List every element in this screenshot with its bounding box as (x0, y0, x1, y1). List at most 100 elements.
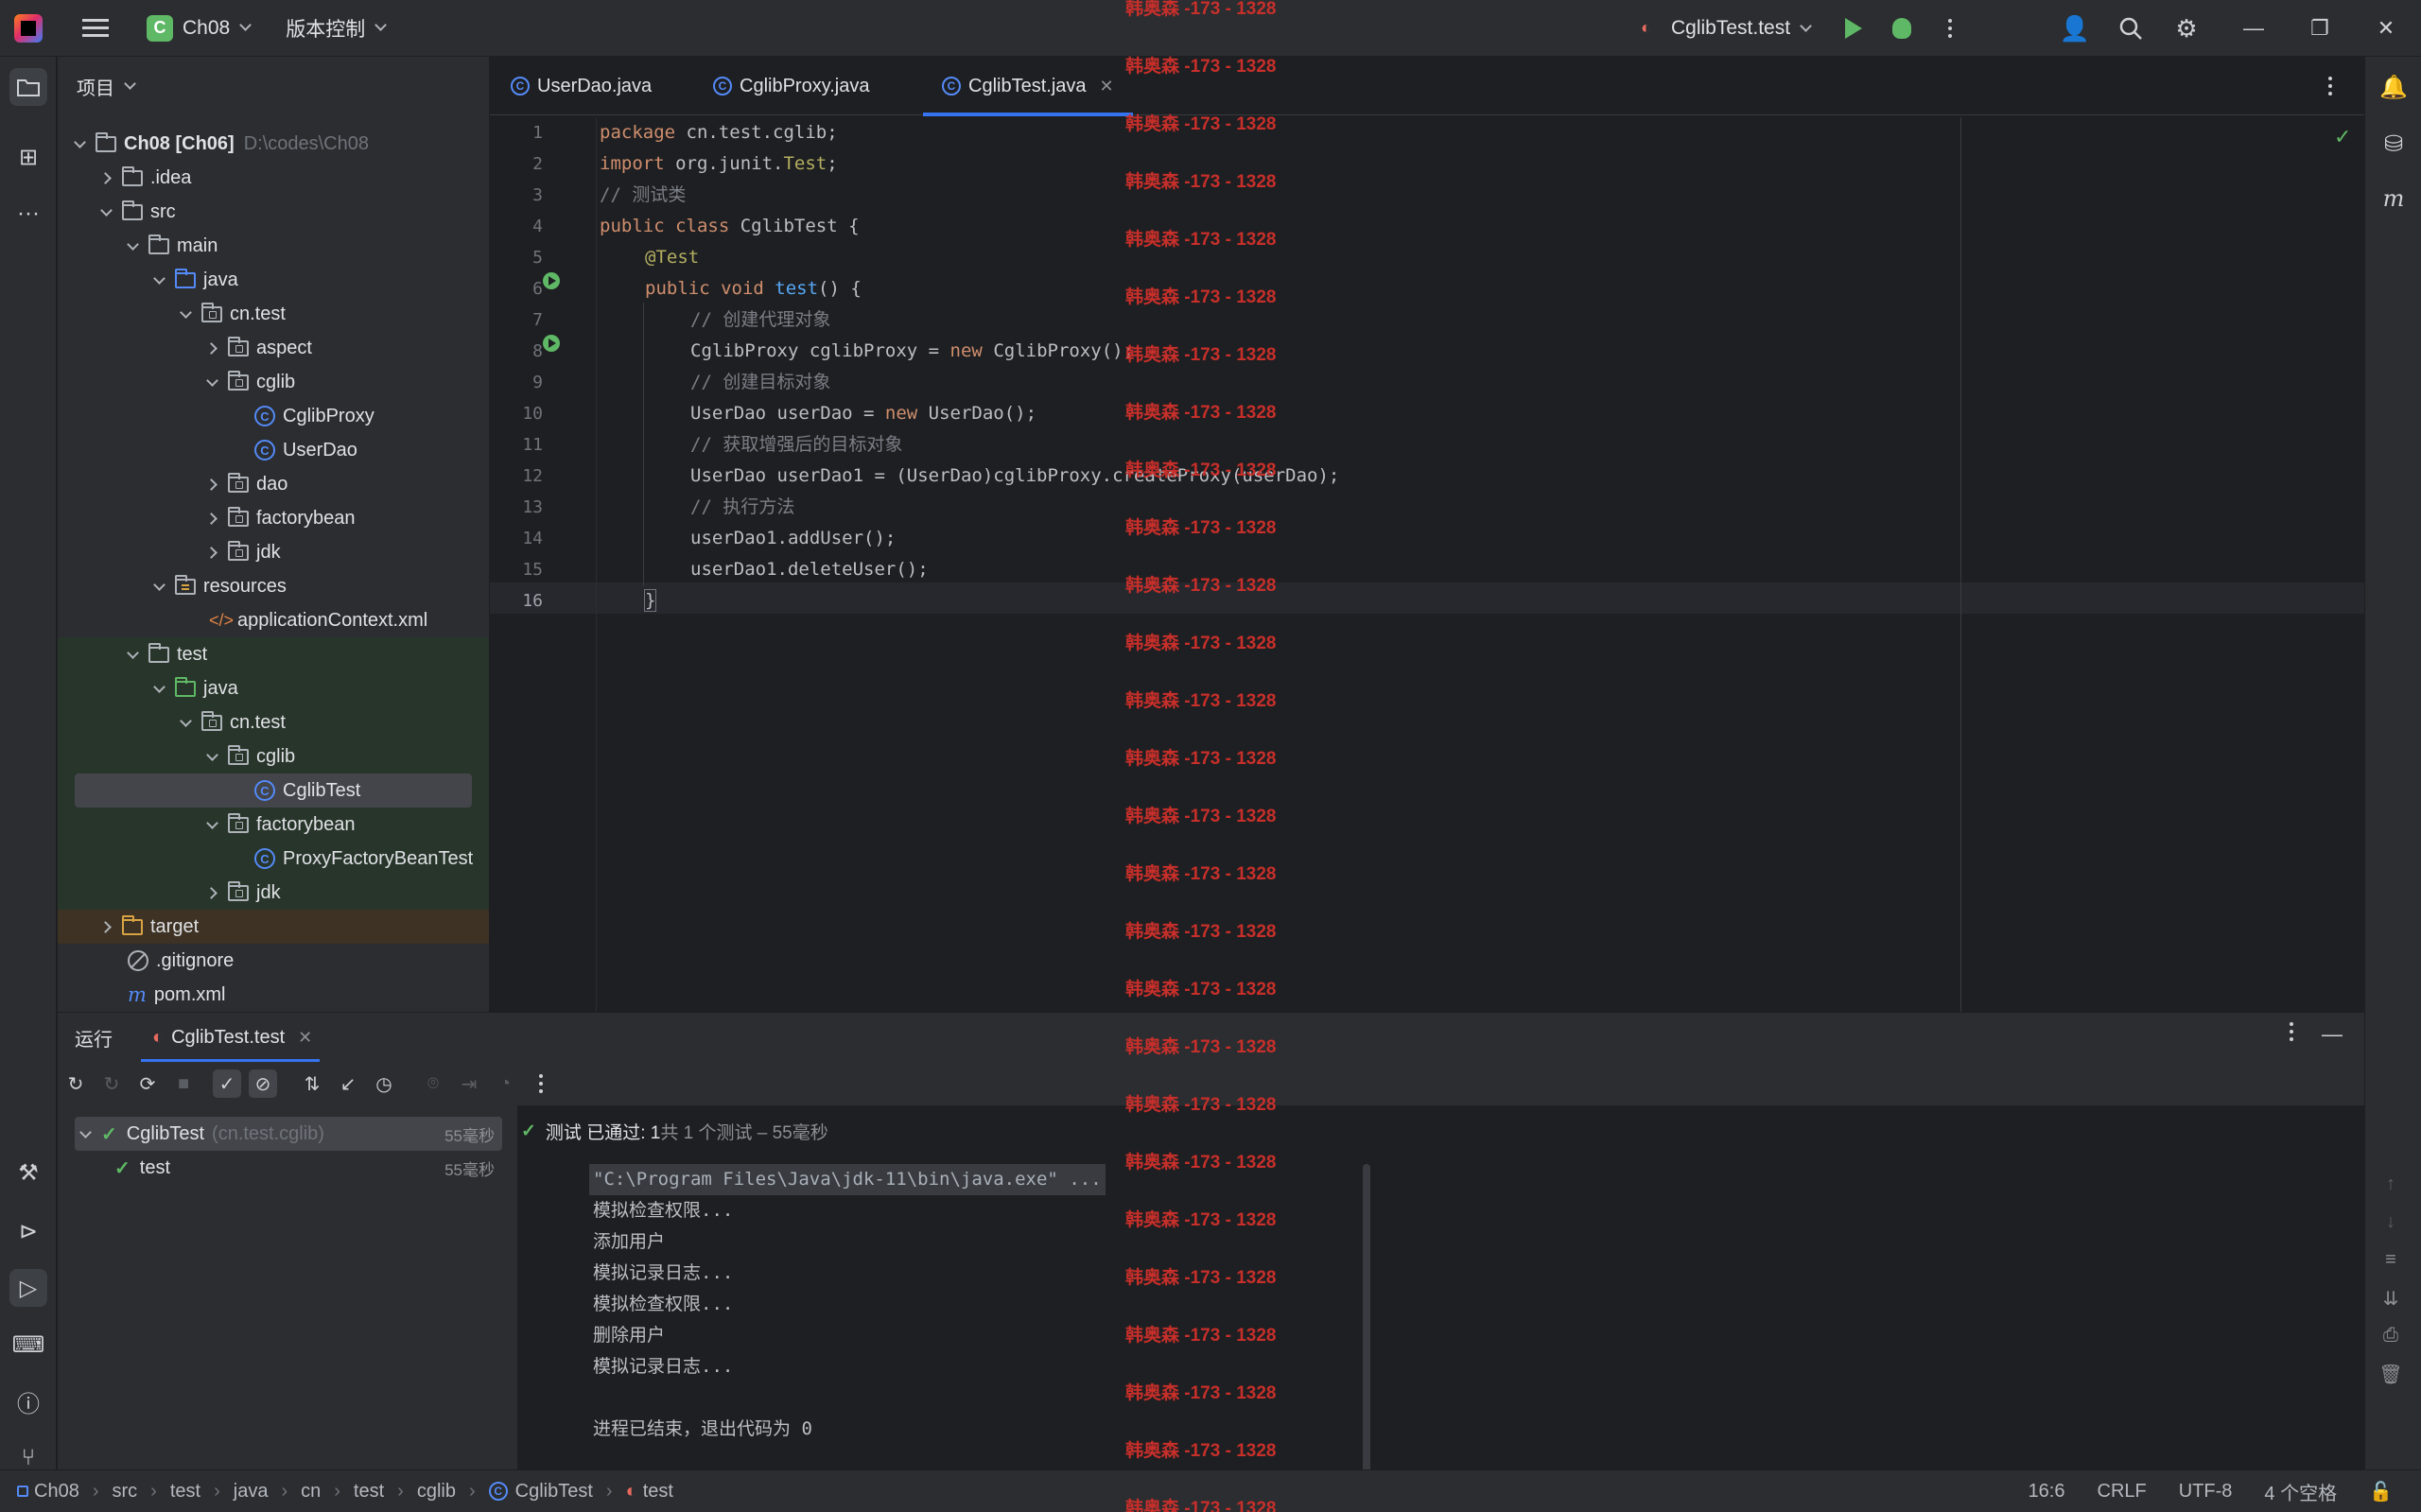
breadcrumb-item[interactable]: test (170, 1481, 200, 1503)
terminal-tool-button[interactable]: ⌨ (9, 1326, 47, 1364)
coverage-button[interactable]: ◔ (491, 1069, 519, 1098)
settings-button[interactable]: ⚙ (2171, 13, 2202, 43)
test-row-class[interactable]: ✓ CglibTest (cn.test.cglib) 55毫秒 (75, 1117, 502, 1151)
console-scrollbar[interactable] (1363, 1164, 1370, 1512)
search-button[interactable] (2116, 13, 2146, 43)
test-row-method[interactable]: ✓ test 55毫秒 (75, 1151, 502, 1185)
show-ignored-toggle[interactable]: ⊘ (249, 1069, 277, 1098)
breadcrumb-item[interactable]: cglib (417, 1481, 456, 1503)
toggle-auto-test-button[interactable]: ⟳ (133, 1069, 162, 1098)
add-user-button[interactable]: 👤 (2060, 13, 2090, 43)
tree-item-gitignore[interactable]: .gitignore (58, 944, 489, 978)
stop-button[interactable]: ■ (169, 1069, 198, 1098)
more-actions-button[interactable] (1935, 13, 1965, 43)
tree-item-cglibtest[interactable]: C CglibTest (58, 773, 489, 808)
rerun-button[interactable]: ↻ (61, 1069, 90, 1098)
structure-tool-button[interactable]: ⊞ (9, 138, 47, 176)
tree-item-main-jdk[interactable]: jdk (58, 535, 489, 569)
run-config-selector[interactable]: ◐ CglibTest.test (1641, 0, 1812, 57)
tree-item-test-cglib[interactable]: cglib (58, 739, 489, 773)
sort-button[interactable]: ⇅ (298, 1069, 326, 1098)
rerun-failed-button[interactable]: ↻ (97, 1069, 126, 1098)
tree-item-dao[interactable]: dao (58, 467, 489, 501)
code-line-15[interactable]: userDao1.deleteUser(); (690, 554, 929, 585)
tree-item-test-java[interactable]: java (58, 671, 489, 705)
tree-item-test[interactable]: test (58, 637, 489, 671)
code-line-4[interactable]: public class CglibTest { (600, 211, 860, 242)
scroll-to-end-button[interactable]: ⇊ (2377, 1287, 2404, 1311)
tree-item-appcontext-xml[interactable]: </> applicationContext.xml (58, 603, 489, 637)
code-line-11[interactable]: // 获取增强后的目标对象 (690, 429, 902, 461)
close-window-button[interactable]: ✕ (2358, 0, 2414, 57)
tree-item-idea[interactable]: .idea (58, 161, 489, 195)
code-line-3[interactable]: // 测试类 (600, 180, 686, 211)
tree-item-userdao[interactable]: C UserDao (58, 433, 489, 467)
tree-item-aspect[interactable]: aspect (58, 331, 489, 365)
build-tool-button[interactable]: ⚒ (9, 1154, 47, 1191)
screenshot-button[interactable]: ⌾ (419, 1069, 447, 1098)
breadcrumb-item[interactable]: cn (301, 1481, 321, 1503)
tab-cglibproxy[interactable]: C CglibProxy.java (713, 57, 869, 115)
soft-wrap-button[interactable]: ≡ (2377, 1249, 2404, 1271)
problems-tool-button[interactable]: ⓘ (9, 1382, 47, 1420)
show-passed-toggle[interactable]: ✓ (213, 1069, 241, 1098)
history-button[interactable]: ◷ (370, 1069, 398, 1098)
breadcrumb-item[interactable]: CglibTest (515, 1481, 593, 1503)
code-line-8[interactable]: CglibProxy cglibProxy = new CglibProxy()… (690, 336, 1134, 367)
maven-button[interactable]: m (2375, 180, 2412, 217)
more-tools-button[interactable]: ··· (9, 195, 47, 233)
tab-userdao[interactable]: C UserDao.java (511, 57, 652, 115)
tab-cglibtest[interactable]: C CglibTest.java ✕ (923, 57, 1133, 116)
print-button[interactable]: ⎙ (2377, 1325, 2404, 1347)
code-line-1[interactable]: package cn.test.cglib; (600, 117, 838, 148)
tree-item-root[interactable]: Ch08 [Ch06] D:\codes\Ch08 (58, 127, 489, 161)
export-button[interactable]: ⇥ (455, 1069, 483, 1098)
breadcrumb-item[interactable]: src (112, 1481, 137, 1503)
close-tab-icon[interactable]: ✕ (298, 1028, 312, 1048)
tree-item-target[interactable]: target (58, 910, 489, 944)
services-tool-button[interactable]: ⊳ (9, 1212, 47, 1250)
close-tab-icon[interactable]: ✕ (1100, 77, 1114, 96)
code-line-6[interactable]: public void test() { (645, 273, 862, 304)
indent-setting[interactable]: 4 个空格 (2264, 1478, 2337, 1505)
tree-item-resources[interactable]: resources (58, 569, 489, 603)
run-button[interactable] (1838, 13, 1869, 43)
lock-icon[interactable]: 🔓 (2369, 1480, 2393, 1503)
debug-button[interactable] (1887, 13, 1917, 43)
tab-options-button[interactable] (2328, 77, 2332, 96)
code-line-2[interactable]: import org.junit.Test; (600, 148, 838, 180)
tree-item-test-jdk[interactable]: jdk (58, 876, 489, 910)
run-test-class-icon[interactable] (543, 272, 560, 289)
line-separator[interactable]: CRLF (2098, 1481, 2147, 1503)
breadcrumb-item[interactable]: test (354, 1481, 384, 1503)
tree-item-pom[interactable]: m pom.xml (58, 978, 489, 1012)
tree-item-main[interactable]: main (58, 229, 489, 263)
run-tool-button[interactable]: ▷ (9, 1269, 47, 1307)
tree-item-proxyfactorybeantest[interactable]: C ProxyFactoryBeanTest (58, 842, 489, 876)
code-line-10[interactable]: UserDao userDao = new UserDao(); (690, 398, 1036, 429)
scroll-down-button[interactable]: ↓ (2377, 1211, 2404, 1233)
tree-item-cglibproxy[interactable]: C CglibProxy (58, 399, 489, 433)
tab-run-cglibtest[interactable]: ◐ CglibTest.test ✕ (140, 1013, 321, 1062)
intellij-logo-icon[interactable] (14, 13, 43, 43)
restore-button[interactable]: ❐ (2291, 0, 2348, 57)
file-encoding[interactable]: UTF-8 (2179, 1481, 2233, 1503)
breadcrumb-item[interactable]: java (234, 1481, 269, 1503)
project-panel-header[interactable]: 项目 (58, 57, 489, 115)
project-tool-button[interactable] (9, 68, 47, 106)
scroll-up-button[interactable]: ↑ (2377, 1173, 2404, 1195)
toolbar-more-button[interactable] (527, 1069, 555, 1098)
caret-position[interactable]: 16:6 (2029, 1481, 2065, 1503)
tree-item-main-factorybean[interactable]: factorybean (58, 501, 489, 535)
more-vertical-icon[interactable] (2290, 1022, 2293, 1047)
breadcrumb-item[interactable]: test (643, 1481, 673, 1503)
tree-item-src[interactable]: src (58, 195, 489, 229)
main-menu-icon[interactable] (82, 18, 109, 38)
code-line-16[interactable]: } (643, 585, 657, 617)
tree-item-test-factorybean[interactable]: factorybean (58, 808, 489, 842)
no-problems-check-icon[interactable]: ✓ (2334, 125, 2351, 149)
vcs-menu[interactable]: 版本控制 (276, 14, 388, 43)
clear-console-button[interactable]: 🗑 (2377, 1363, 2404, 1386)
notifications-button[interactable]: 🔔 (2375, 68, 2412, 106)
database-button[interactable]: ⛁ (2375, 125, 2412, 163)
